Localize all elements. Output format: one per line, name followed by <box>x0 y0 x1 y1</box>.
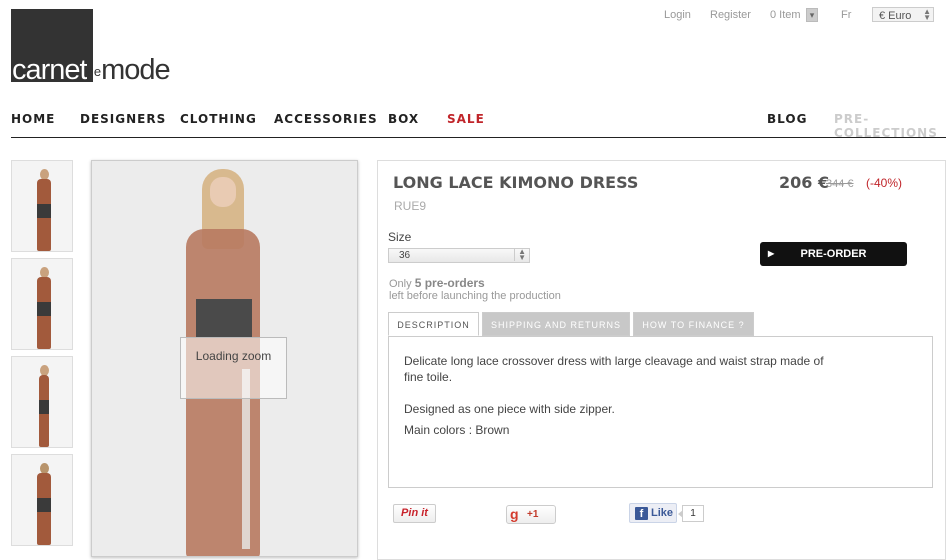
preorder-availability: Only 5 pre-orders <box>389 276 485 290</box>
dropdown-arrow-icon: ▲ ▼ <box>923 7 931 22</box>
language-link[interactable]: Fr <box>841 9 851 21</box>
facebook-like-button[interactable]: f Like <box>629 503 677 523</box>
play-icon: ▶ <box>768 249 775 258</box>
main-product-image[interactable]: Loading zoom <box>91 160 358 557</box>
description-text: Delicate long lace crossover dress with … <box>404 354 824 384</box>
main-nav: HOME DESIGNERS CLOTHING ACCESSORIES BOX … <box>11 110 940 140</box>
product-price: 206 € <box>779 173 830 192</box>
nav-box[interactable]: BOX <box>388 112 419 126</box>
nav-sale[interactable]: SALE <box>447 112 485 126</box>
nav-pre-collections[interactable]: PRE-COLLECTIONS <box>834 112 940 140</box>
description-construction: Designed as one piece with side zipper. <box>404 402 615 416</box>
thumbnail-side[interactable] <box>11 356 73 448</box>
preorder-note: left before launching the production <box>389 290 561 302</box>
logo-text: carnetdemode <box>12 54 171 86</box>
preorders-count: 5 pre-orders <box>414 276 485 290</box>
nav-home[interactable]: HOME <box>11 112 55 126</box>
nav-divider <box>11 137 946 138</box>
pinterest-button[interactable]: Pin it <box>393 504 436 523</box>
thumbnail-back[interactable] <box>11 454 73 546</box>
description-colors: Main colors : Brown <box>404 423 510 437</box>
thumbnail-front-2[interactable] <box>11 258 73 350</box>
size-value: 36 <box>399 250 411 261</box>
currency-value: € Euro <box>879 10 912 22</box>
zoom-loading-box: Loading zoom <box>180 337 287 399</box>
nav-clothing[interactable]: CLOTHING <box>180 112 257 126</box>
product-title: LONG LACE KIMONO DRESS <box>393 173 639 192</box>
tab-description[interactable]: DESCRIPTION <box>388 312 479 336</box>
facebook-icon: f <box>635 507 648 520</box>
product-brand[interactable]: RUE9 <box>394 199 426 213</box>
register-link[interactable]: Register <box>710 9 751 21</box>
product-old-price: 344 € <box>826 178 854 190</box>
product-discount: (-40%) <box>866 176 903 190</box>
google-plus-button[interactable]: g +1 <box>506 505 556 524</box>
dropdown-arrow-icon: ▲ ▼ <box>514 248 526 262</box>
login-link[interactable]: Login <box>664 9 691 21</box>
cart-link[interactable]: 0 Item <box>770 9 801 21</box>
size-select[interactable]: 36 ▲ ▼ <box>388 248 530 263</box>
preorder-label: PRE-ORDER <box>800 248 867 260</box>
size-label: Size <box>388 230 412 244</box>
preorder-button[interactable]: ▶ PRE-ORDER <box>760 242 907 266</box>
tab-how-to-finance[interactable]: HOW TO FINANCE ? <box>633 312 754 336</box>
nav-accessories[interactable]: ACCESSORIES <box>274 112 378 126</box>
thumbnail-front[interactable] <box>11 160 73 252</box>
description-panel: Delicate long lace crossover dress with … <box>388 336 933 488</box>
site-logo[interactable]: carnetdemode <box>11 9 191 85</box>
currency-select[interactable]: € Euro ▲ ▼ <box>872 7 934 22</box>
google-plus-icon: g <box>510 506 519 522</box>
nav-designers[interactable]: DESIGNERS <box>80 112 166 126</box>
cart-dropdown-icon[interactable]: ▾ <box>806 8 818 22</box>
facebook-like-count: 1 <box>678 505 704 522</box>
nav-blog[interactable]: BLOG <box>767 112 807 126</box>
tab-shipping-returns[interactable]: SHIPPING AND RETURNS <box>482 312 630 336</box>
